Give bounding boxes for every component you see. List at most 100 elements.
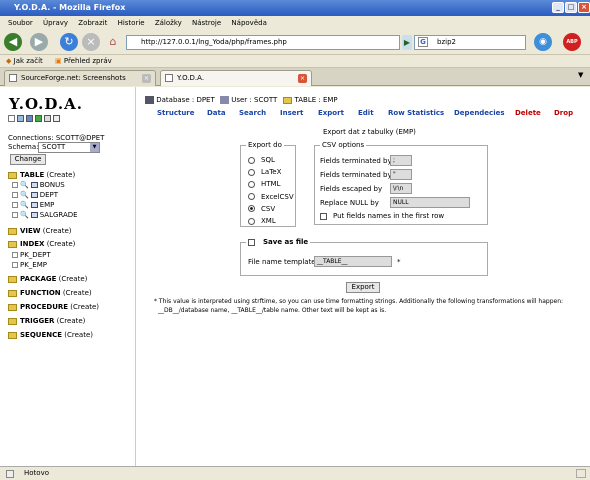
create-link[interactable]: (Create) <box>63 289 92 297</box>
search-value: bzip2 <box>437 38 456 46</box>
menu-history[interactable]: Historie <box>118 19 145 27</box>
tree-item-emp[interactable]: 🔍 EMP <box>12 201 54 209</box>
tab-sourceforge[interactable]: SourceForge.net: Screenshots × <box>4 70 156 86</box>
status-text: Hotovo <box>24 469 49 477</box>
database-icon <box>145 96 154 104</box>
folder-icon <box>8 275 17 283</box>
tab-label: SourceForge.net: Screenshots <box>21 74 126 82</box>
tree-trigger[interactable]: TRIGGER (Create) <box>8 317 85 325</box>
put-names-option[interactable]: Put fields names in the first row <box>320 212 444 220</box>
stop-button[interactable]: × <box>82 33 100 51</box>
menu-file[interactable]: Soubor <box>8 19 33 27</box>
radio-sql[interactable]: SQL <box>248 154 294 166</box>
tab-drop[interactable]: Drop <box>554 109 573 117</box>
save-file-checkbox[interactable] <box>248 238 255 246</box>
bookmark-news[interactable]: Přehled zpráv <box>64 57 112 65</box>
create-link[interactable]: (Create) <box>59 275 88 283</box>
fields-escaped-input[interactable]: \r\n <box>390 183 412 194</box>
help-icon[interactable] <box>53 115 60 122</box>
go-button[interactable]: ▶ <box>402 35 412 50</box>
adblock-button[interactable]: ABP <box>563 33 581 51</box>
home-icon[interactable] <box>8 115 15 122</box>
radio-button[interactable] <box>248 180 255 188</box>
tab-close-icon[interactable]: × <box>298 74 307 83</box>
menu-edit[interactable]: Úpravy <box>43 19 68 27</box>
reload-button[interactable]: ↻ <box>60 33 78 51</box>
tab-list-icon[interactable]: ▼ <box>578 71 583 79</box>
radio-excelcsv[interactable]: ExcelCSV <box>248 191 294 203</box>
tree-item-bonus[interactable]: 🔍 BONUS <box>12 181 65 189</box>
db-icon[interactable] <box>17 115 24 122</box>
radio-html[interactable]: HTML <box>248 178 294 190</box>
radio-button[interactable] <box>248 217 255 225</box>
settings-icon[interactable] <box>44 115 51 122</box>
create-link[interactable]: (Create) <box>47 240 76 248</box>
tab-yoda[interactable]: Y.O.D.A. × <box>160 70 312 86</box>
table-icon <box>30 212 38 218</box>
radio-csv[interactable]: CSV <box>248 203 294 215</box>
menu-tools[interactable]: Nástroje <box>192 19 221 27</box>
radio-button[interactable] <box>248 156 255 164</box>
tab-row-statistics[interactable]: Row Statistics <box>388 109 444 117</box>
extension-button[interactable]: ◉ <box>534 33 552 51</box>
tree-item-pk-emp[interactable]: PK_EMP <box>12 261 47 269</box>
tree-function[interactable]: FUNCTION (Create) <box>8 289 92 297</box>
schema-select[interactable]: SCOTT ▼ <box>38 142 100 153</box>
radio-latex[interactable]: LaTeX <box>248 166 294 178</box>
back-button[interactable]: ◀ <box>4 33 22 51</box>
forward-button[interactable]: ▶ <box>30 33 48 51</box>
template-label: File name template : <box>248 258 321 266</box>
tab-search[interactable]: Search <box>239 109 266 117</box>
tree-package[interactable]: PACKAGE (Create) <box>8 275 87 283</box>
list-icon[interactable] <box>26 115 33 122</box>
search-engine-icon[interactable]: G <box>418 37 428 47</box>
export-button[interactable]: Export <box>346 282 380 293</box>
breadcrumb-database[interactable]: Database : DPET <box>156 96 215 104</box>
close-button[interactable]: × <box>578 2 590 13</box>
tree-index[interactable]: INDEX (Create) <box>8 240 75 248</box>
tab-structure[interactable]: Structure <box>157 109 195 117</box>
tab-insert[interactable]: Insert <box>280 109 303 117</box>
create-link[interactable]: (Create) <box>43 227 72 235</box>
sql-icon[interactable] <box>35 115 42 122</box>
resize-grip-icon[interactable] <box>576 469 586 478</box>
replace-null-input[interactable]: NULL <box>390 197 470 208</box>
search-box[interactable]: G bzip2 <box>414 35 526 50</box>
url-bar[interactable]: http://127.0.0.1/lng_Yoda/php/frames.php <box>126 35 400 50</box>
radio-button[interactable] <box>248 193 255 201</box>
home-button[interactable]: ⌂ <box>104 33 122 51</box>
tab-close-icon[interactable]: × <box>142 74 151 83</box>
create-link[interactable]: (Create) <box>64 331 93 339</box>
tab-edit[interactable]: Edit <box>358 109 374 117</box>
breadcrumb-user[interactable]: User : SCOTT <box>231 96 277 104</box>
tree-table[interactable]: TABLE (Create) <box>8 171 75 179</box>
minimize-button[interactable]: _ <box>552 2 564 13</box>
tree-item-dept[interactable]: 🔍 DEPT <box>12 191 58 199</box>
file-name-template-input[interactable]: __TABLE__ <box>314 256 392 267</box>
menu-view[interactable]: Zobrazit <box>78 19 107 27</box>
breadcrumb-table[interactable]: TABLE : EMP <box>295 96 338 104</box>
tree-item-salgrade[interactable]: 🔍 SALGRADE <box>12 211 78 219</box>
menu-help[interactable]: Nápověda <box>231 19 266 27</box>
put-names-checkbox[interactable] <box>320 212 327 220</box>
tab-dependecies[interactable]: Dependecies <box>454 109 505 117</box>
tree-sequence[interactable]: SEQUENCE (Create) <box>8 331 93 339</box>
bookmark-getting-started[interactable]: Jak začít <box>14 57 43 65</box>
radio-button[interactable] <box>248 168 255 176</box>
create-link[interactable]: (Create) <box>46 171 75 179</box>
tab-delete[interactable]: Delete <box>515 109 541 117</box>
create-link[interactable]: (Create) <box>70 303 99 311</box>
tab-data[interactable]: Data <box>207 109 226 117</box>
fields-terminated-input[interactable]: ; <box>390 155 412 166</box>
tree-procedure[interactable]: PROCEDURE (Create) <box>8 303 99 311</box>
radio-xml[interactable]: XML <box>248 215 294 227</box>
fields-enclosed-input[interactable]: " <box>390 169 412 180</box>
create-link[interactable]: (Create) <box>57 317 86 325</box>
maximize-button[interactable]: □ <box>565 2 577 13</box>
tree-view[interactable]: VIEW (Create) <box>8 227 72 235</box>
change-button[interactable]: Change <box>10 154 46 165</box>
tree-item-pk-dept[interactable]: PK_DEPT <box>12 251 51 259</box>
radio-button-selected[interactable] <box>248 205 255 213</box>
menu-bookmarks[interactable]: Záložky <box>155 19 182 27</box>
tab-export[interactable]: Export <box>318 109 344 117</box>
